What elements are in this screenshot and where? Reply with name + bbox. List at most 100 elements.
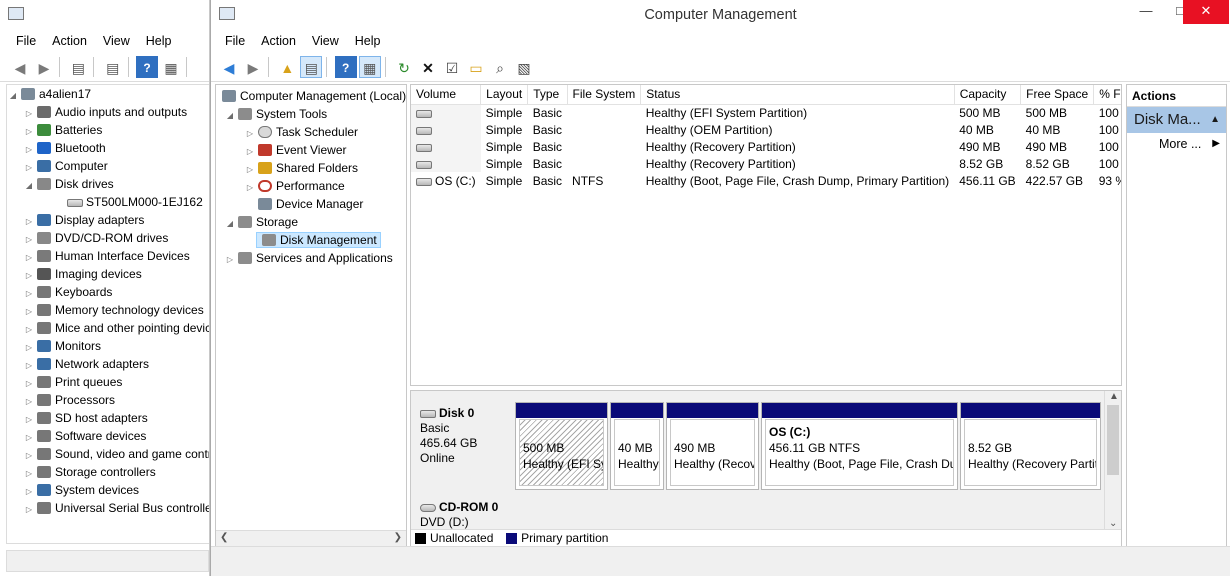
volume-row[interactable]: Simple Basic Healthy (OEM Partition) 40 MB 4… [411, 121, 1121, 138]
disk0-partition[interactable]: 8.52 GB Healthy (Recovery Partit [960, 402, 1101, 490]
device-category[interactable]: ▷ Bluetooth [7, 139, 209, 157]
device-category[interactable]: ▷ DVD/CD-ROM drives [7, 229, 209, 247]
delete-icon[interactable]: ✕ [417, 56, 439, 78]
tree-system-tools[interactable]: ◢ System Tools [216, 105, 406, 123]
device-category[interactable]: ▷ Monitors [7, 337, 209, 355]
actions-more[interactable]: More ... ▶ [1127, 133, 1226, 155]
device-category-icon [37, 394, 51, 406]
device-category-label: System devices [55, 483, 140, 497]
column-header[interactable]: Capacity [954, 85, 1022, 105]
device-category[interactable]: ▷ Keyboards [7, 283, 209, 301]
scroll-up-icon[interactable]: ▲ [1109, 391, 1119, 402]
disk0-partition[interactable]: OS (C:) 456.11 GB NTFS Healthy (Boot, Page… [761, 402, 958, 490]
column-header[interactable]: File System [567, 85, 642, 105]
menu-help[interactable]: Help [347, 32, 389, 50]
volume-row[interactable]: Simple Basic Healthy (Recovery Partition) 4… [411, 138, 1121, 155]
back-arrow-icon[interactable]: ◀ [9, 56, 31, 78]
device-category[interactable]: ▷ Processors [7, 391, 209, 409]
device-category[interactable]: ▷ Software devices [7, 427, 209, 445]
search-icon[interactable]: ⌕ [489, 56, 511, 78]
close-button[interactable]: ✕ [1183, 0, 1229, 24]
devmgr-menu-action[interactable]: Action [44, 32, 95, 50]
forward-arrow-icon[interactable]: ▶ [242, 56, 264, 78]
scroll-down-icon[interactable]: ⌄ [1109, 518, 1117, 529]
tree-disk-management[interactable]: Disk Management [216, 231, 406, 249]
show-console-tree-icon[interactable]: ▤ [300, 56, 323, 78]
disk-drive-item[interactable]: ST500LM000-1EJ162 [7, 193, 209, 211]
up-folder-icon[interactable]: ▲ [276, 56, 298, 78]
device-category[interactable]: ▷Sound, video and game controllers [7, 445, 209, 463]
column-header[interactable]: Free Space [1020, 85, 1095, 105]
help-icon[interactable]: ? [334, 56, 357, 78]
tree-performance[interactable]: ▷ Performance [216, 177, 406, 195]
devmgr-menu-help[interactable]: Help [138, 32, 180, 50]
device-category-label: Computer [55, 159, 108, 173]
devmgr-menu-file[interactable]: File [0, 32, 44, 50]
menu-action[interactable]: Action [253, 32, 304, 50]
devmgr-menu-view[interactable]: View [95, 32, 138, 50]
collapse-icon[interactable]: ▲ [1210, 107, 1220, 133]
column-header[interactable]: Layout [480, 85, 529, 105]
help-pane-icon[interactable]: ▦ [160, 56, 182, 78]
device-category[interactable]: ▷ Audio inputs and outputs [7, 103, 209, 121]
properties-icon[interactable]: ▤ [102, 56, 124, 78]
disk0-partition[interactable]: 490 MB Healthy (Recov [666, 402, 759, 490]
device-category[interactable]: ▷ Imaging devices [7, 265, 209, 283]
column-header[interactable]: Volume [411, 85, 482, 105]
console-tree-icon[interactable]: ▤ [67, 56, 89, 78]
device-category[interactable]: ▷ Storage controllers [7, 463, 209, 481]
forward-arrow-icon[interactable]: ▶ [33, 56, 55, 78]
device-tree-root[interactable]: ◢ a4alien17 [7, 85, 209, 103]
refresh-icon[interactable]: ↻ [393, 56, 415, 78]
volume-icon [416, 143, 432, 152]
volume-row[interactable]: Simple Basic Healthy (EFI System Partition… [411, 104, 1121, 121]
expand-arrow-icon[interactable]: ▷ [23, 501, 35, 519]
volume-row[interactable]: Simple Basic Healthy (Recovery Partition) 8… [411, 155, 1121, 172]
device-category[interactable]: ▷ Display adapters [7, 211, 209, 229]
volume-cell-free: 490 MB [1025, 139, 1068, 154]
device-category[interactable]: ▷ Universal Serial Bus controllers [7, 499, 209, 517]
tree-task-scheduler[interactable]: ▷ Task Scheduler [216, 123, 406, 141]
disk0-partition[interactable]: 500 MB Healthy (EFI Sy [515, 402, 608, 490]
device-category[interactable]: ▷ Computer [7, 157, 209, 175]
scroll-left-icon[interactable]: ❮ [220, 532, 228, 543]
open-folder-icon[interactable]: ▭ [465, 56, 487, 78]
disk0-partition[interactable]: 40 MB Healthy [610, 402, 664, 490]
device-category[interactable]: ▷ SD host adapters [7, 409, 209, 427]
column-header[interactable]: Type [527, 85, 568, 105]
tree-storage[interactable]: ◢ Storage [216, 213, 406, 231]
device-category[interactable]: ▷ Network adapters [7, 355, 209, 373]
volume-cell-fs [567, 138, 641, 155]
column-header[interactable]: % Free [1093, 85, 1121, 105]
tree-horizontal-scrollbar[interactable]: ❮ ❯ [216, 530, 406, 547]
device-category[interactable]: ◢ Disk drives [7, 175, 209, 193]
tree-shared-folders[interactable]: ▷ Shared Folders [216, 159, 406, 177]
performance-icon [258, 180, 272, 192]
properties-icon[interactable]: ☑ [441, 56, 463, 78]
tree-event-viewer[interactable]: ▷ Event Viewer [216, 141, 406, 159]
disk-view-scrollbar[interactable]: ▲ ⌄ [1104, 391, 1121, 529]
device-category-label: Imaging devices [55, 267, 142, 281]
menu-view[interactable]: View [304, 32, 347, 50]
scroll-thumb[interactable] [1107, 405, 1119, 475]
tree-device-manager[interactable]: Device Manager [216, 195, 406, 213]
column-header[interactable]: Status [640, 85, 955, 105]
device-category[interactable]: ▷ Mice and other pointing devices [7, 319, 209, 337]
tree-root[interactable]: Computer Management (Local) [216, 87, 406, 105]
actions-section-disk-management[interactable]: Disk Ma... ▲ [1127, 107, 1226, 133]
help-icon[interactable]: ? [136, 56, 159, 78]
volume-row[interactable]: OS (C:) Simple Basic NTFS Healthy (Boot, Pag… [411, 172, 1121, 189]
tree-services-apps[interactable]: ▷ Services and Applications [216, 249, 406, 267]
disk0-info[interactable]: Disk 0 Basic 465.64 GB Online [413, 402, 513, 490]
disk-graphical-view: Disk 0 Basic 465.64 GB Online 500 MB Heal… [410, 390, 1122, 548]
device-category[interactable]: ▷ Memory technology devices [7, 301, 209, 319]
device-category[interactable]: ▷ Print queues [7, 373, 209, 391]
device-category[interactable]: ▷ Batteries [7, 121, 209, 139]
show-action-pane-icon[interactable]: ▦ [358, 56, 381, 78]
disk-settings-icon[interactable]: ▧ [513, 56, 535, 78]
menu-file[interactable]: File [211, 32, 253, 50]
device-category[interactable]: ▷ Human Interface Devices [7, 247, 209, 265]
scroll-right-icon[interactable]: ❯ [394, 532, 402, 543]
device-category[interactable]: ▷ System devices [7, 481, 209, 499]
back-arrow-icon[interactable]: ◀ [218, 56, 240, 78]
